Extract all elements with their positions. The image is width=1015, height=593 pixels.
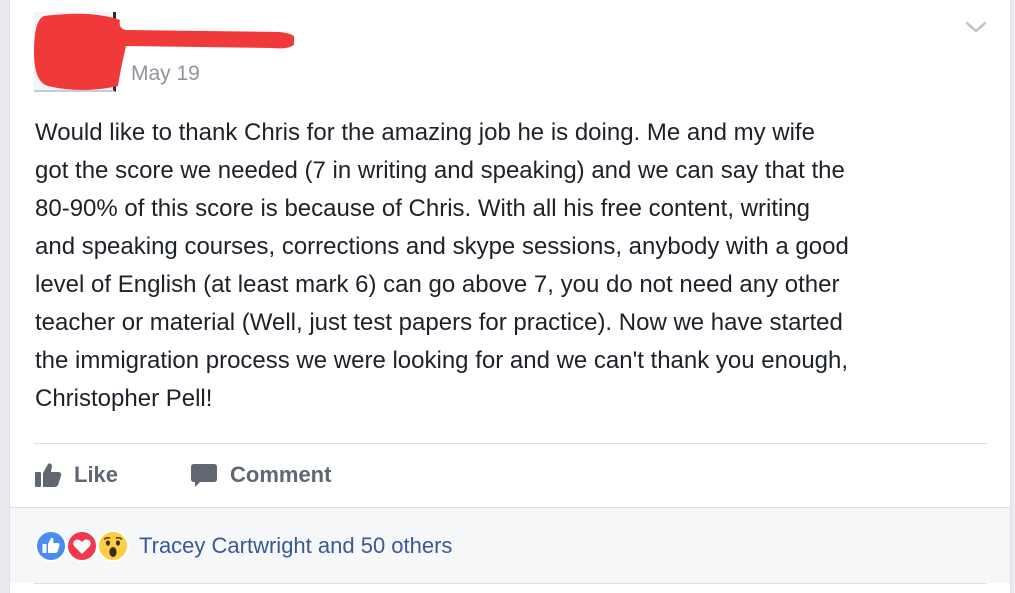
love-reaction-icon xyxy=(66,530,98,562)
post-card: May 19 Would like to thank Chris for the… xyxy=(9,0,1011,593)
like-button[interactable]: Like xyxy=(34,458,118,492)
reaction-summary-link[interactable]: Tracey Cartwright and 50 others xyxy=(139,532,452,560)
divider xyxy=(34,583,987,584)
reactions-bar: Tracey Cartwright and 50 others xyxy=(10,507,1010,583)
like-label: Like xyxy=(74,462,119,487)
reaction-icons[interactable] xyxy=(34,529,134,563)
wow-reaction-icon xyxy=(97,530,129,562)
post-options-chevron-icon[interactable] xyxy=(963,14,989,40)
post-body-text: Would like to thank Chris for the amazin… xyxy=(35,119,849,412)
like-reaction-icon xyxy=(35,530,67,562)
post-date[interactable]: May 19 xyxy=(131,61,200,87)
comment-button[interactable]: Comment xyxy=(190,458,331,492)
thumbs-up-icon xyxy=(34,462,62,488)
post-header: May 19 xyxy=(10,0,1010,110)
comment-label: Comment xyxy=(230,462,332,487)
post-actions: Like Comment xyxy=(10,444,1010,506)
speech-bubble-icon xyxy=(190,462,218,488)
